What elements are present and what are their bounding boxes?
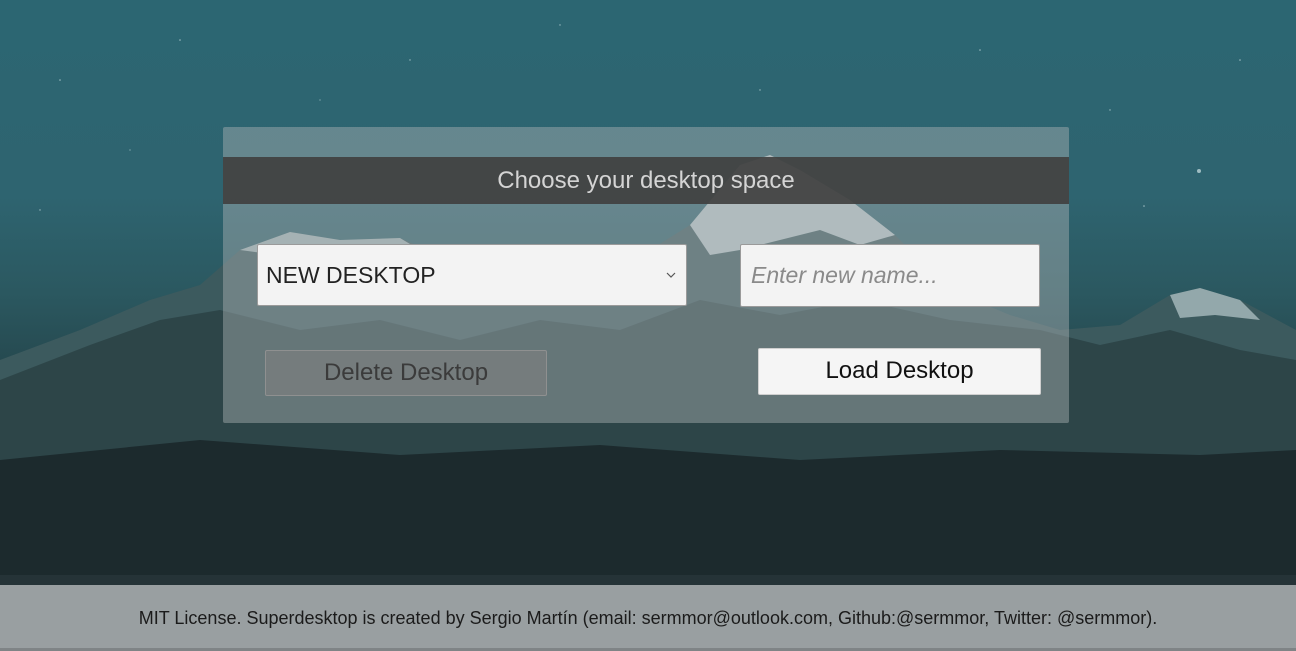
delete-desktop-button[interactable]: Delete Desktop xyxy=(265,350,547,396)
load-desktop-button[interactable]: Load Desktop xyxy=(758,348,1041,395)
license-footer-text: MIT License. Superdesktop is created by … xyxy=(138,608,1158,628)
desktop-name-input[interactable] xyxy=(740,244,1040,307)
desktop-chooser-panel: Choose your desktop space NEW DESKTOP De… xyxy=(223,127,1069,423)
panel-title: Choose your desktop space xyxy=(223,157,1069,204)
chevron-down-icon xyxy=(666,272,676,278)
license-footer: MIT License. Superdesktop is created by … xyxy=(0,585,1296,648)
desktop-chooser-screen: Choose your desktop space NEW DESKTOP De… xyxy=(0,0,1296,651)
desktop-select-value: NEW DESKTOP xyxy=(266,262,436,288)
desktop-select[interactable]: NEW DESKTOP xyxy=(257,244,687,306)
